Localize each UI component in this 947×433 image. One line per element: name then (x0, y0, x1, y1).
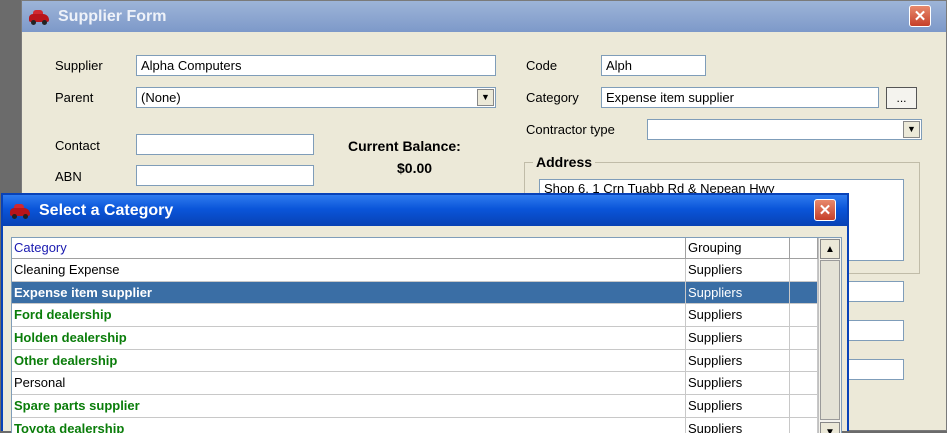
grid-header: Category Grouping (12, 238, 818, 259)
car-icon (9, 203, 33, 219)
close-icon: ✕ (913, 8, 927, 25)
contact-label: Contact (55, 138, 100, 153)
address-field-2[interactable] (845, 320, 904, 341)
dialog-close-button[interactable]: ✕ (814, 199, 836, 221)
contractor-type-label: Contractor type (526, 122, 615, 137)
category-cell: Personal (12, 372, 686, 395)
blank-cell (790, 372, 818, 395)
category-dialog-titlebar[interactable]: Select a Category ✕ (3, 195, 847, 226)
category-cell: Other dealership (12, 349, 686, 372)
blank-cell (790, 259, 818, 281)
code-input[interactable]: Alph (601, 55, 706, 76)
chevron-down-icon[interactable]: ▼ (903, 121, 920, 138)
blank-cell (790, 395, 818, 417)
parent-value: (None) (141, 90, 181, 105)
grouping-cell: Suppliers (686, 281, 790, 304)
window-title: Supplier Form (58, 7, 167, 25)
category-cell: Ford dealership (12, 304, 686, 327)
grouping-cell: Suppliers (686, 327, 790, 349)
arrow-up-icon[interactable]: ▲ (820, 239, 840, 259)
current-balance-label: Current Balance: (348, 138, 461, 154)
address-legend: Address (536, 154, 593, 170)
grid-rows: Cleaning Expense Suppliers Expense item su… (12, 259, 818, 433)
car-icon (28, 9, 52, 25)
select-category-dialog: Select a Category ✕ Category Grouping Cl… (1, 193, 849, 433)
contractor-type-combo[interactable]: ▼ (647, 119, 922, 140)
category-cell: Expense item supplier (12, 281, 686, 304)
grouping-cell: Suppliers (686, 395, 790, 417)
abn-label: ABN (55, 169, 82, 184)
current-balance-value: $0.00 (397, 160, 433, 176)
arrow-down-icon[interactable]: ▼ (820, 422, 840, 433)
category-cell: Spare parts supplier (12, 395, 686, 417)
table-row[interactable]: Expense item supplier Suppliers (12, 281, 818, 305)
chevron-down-icon[interactable]: ▼ (477, 89, 494, 106)
column-header-grouping[interactable]: Grouping (686, 238, 790, 258)
vertical-scrollbar[interactable]: ▲ ▼ (818, 238, 841, 433)
address-field-1[interactable] (845, 281, 904, 302)
column-header-blank (790, 238, 818, 258)
scroll-thumb[interactable] (820, 260, 840, 420)
table-row[interactable]: Holden dealership Suppliers (12, 327, 818, 350)
supplier-label: Supplier (55, 58, 103, 73)
column-header-category[interactable]: Category (12, 238, 686, 258)
parent-combo[interactable]: (None) ▼ (136, 87, 496, 108)
table-row[interactable]: Other dealership Suppliers (12, 349, 818, 373)
grouping-cell: Suppliers (686, 304, 790, 327)
address-field-3[interactable] (845, 359, 904, 380)
dialog-title: Select a Category (39, 201, 174, 219)
category-cell: Holden dealership (12, 327, 686, 349)
table-row[interactable]: Cleaning Expense Suppliers (12, 259, 818, 282)
contact-input[interactable] (136, 134, 314, 155)
supplier-input[interactable]: Alpha Computers (136, 55, 496, 76)
blank-cell (790, 281, 818, 304)
table-row[interactable]: Personal Suppliers (12, 372, 818, 396)
category-cell: Cleaning Expense (12, 259, 686, 281)
supplier-form-titlebar[interactable]: Supplier Form ✕ (22, 1, 946, 32)
blank-cell (790, 349, 818, 372)
close-button[interactable]: ✕ (909, 5, 931, 27)
code-label: Code (526, 58, 558, 73)
table-row[interactable]: Ford dealership Suppliers (12, 304, 818, 328)
grouping-cell: Suppliers (686, 349, 790, 372)
parent-label: Parent (55, 90, 94, 105)
category-label: Category (526, 90, 579, 105)
blank-cell (790, 327, 818, 349)
close-icon: ✕ (818, 202, 832, 219)
table-row[interactable]: Spare parts supplier Suppliers (12, 395, 818, 418)
blank-cell (790, 304, 818, 327)
grouping-cell: Suppliers (686, 259, 790, 281)
category-input[interactable]: Expense item supplier (601, 87, 879, 108)
grouping-cell: Suppliers (686, 372, 790, 395)
abn-input[interactable] (136, 165, 314, 186)
category-grid[interactable]: Category Grouping Cleaning Expense Suppli… (11, 237, 842, 433)
category-browse-button[interactable]: ... (886, 87, 917, 109)
